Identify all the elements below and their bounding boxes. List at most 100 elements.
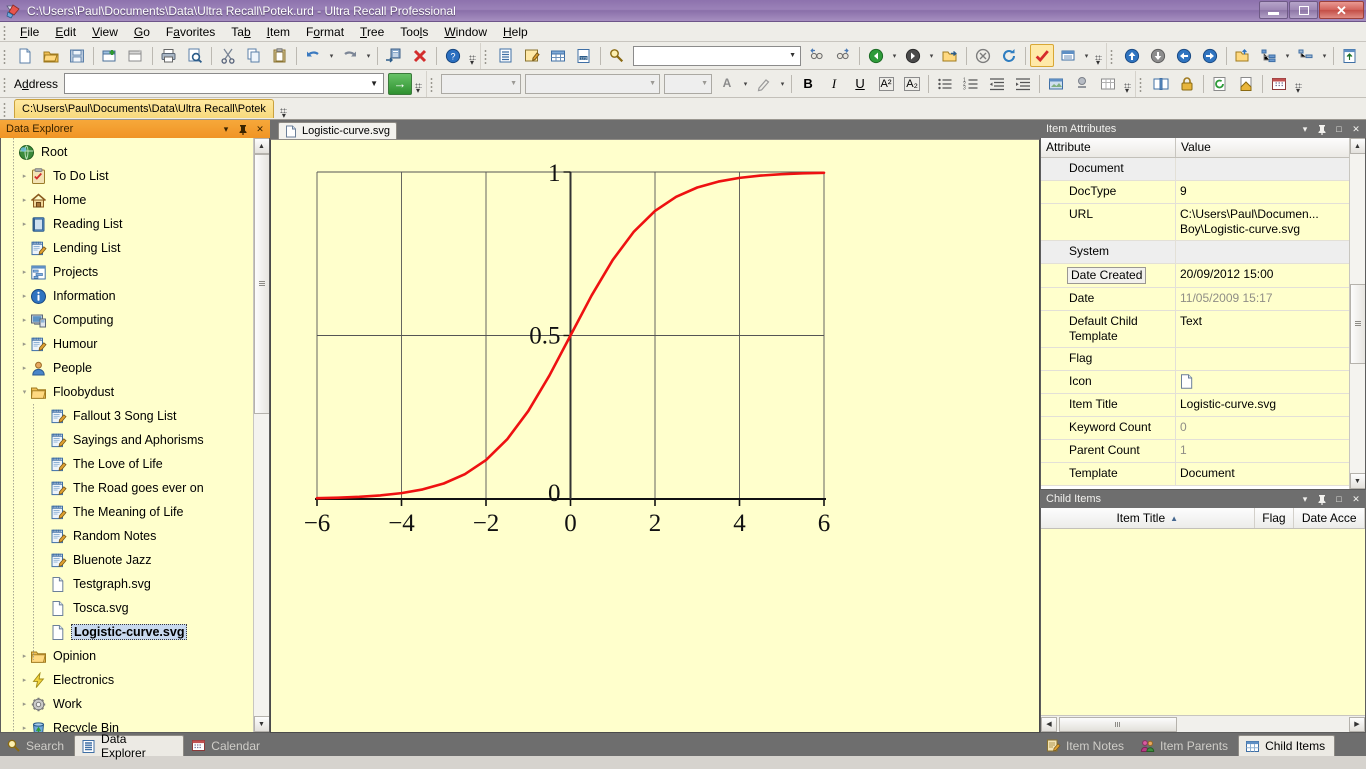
tree-item-logistic-curve-svg[interactable]: Logistic-curve.svg: [1, 620, 253, 644]
tree-item-testgraph-svg[interactable]: Testgraph.svg: [1, 572, 253, 596]
chevron-down-icon[interactable]: ▼: [701, 80, 711, 87]
document-view-icon[interactable]: 123: [572, 44, 596, 67]
scroll-thumb[interactable]: [253, 154, 269, 414]
attribute-value-cell[interactable]: [1176, 348, 1349, 370]
column-header-value[interactable]: Value: [1176, 138, 1349, 157]
search-magnifier-icon[interactable]: [605, 44, 629, 67]
expander-expand-icon[interactable]: ▸: [19, 675, 30, 686]
grid-view-icon[interactable]: [546, 44, 570, 67]
chevron-down-icon[interactable]: ▼: [789, 52, 800, 59]
scroll-track[interactable]: [253, 154, 269, 716]
outline-view-icon[interactable]: [494, 44, 518, 67]
go-button[interactable]: →: [388, 72, 413, 95]
extras-toolbar-overflow-button[interactable]: [1292, 73, 1304, 95]
child-items-column-header[interactable]: Flag: [1255, 508, 1295, 528]
tree-item-reading-list[interactable]: ▸ Reading List: [1, 212, 253, 236]
tree-item-the-road-goes-ever-on[interactable]: The Road goes ever on: [1, 476, 253, 500]
minimize-button[interactable]: [1259, 1, 1288, 19]
expander-expand-icon[interactable]: ▸: [19, 171, 30, 182]
child-items-column-header[interactable]: Item Title ▲: [1041, 508, 1255, 528]
lock-icon[interactable]: [1175, 72, 1199, 95]
expander-expand-icon[interactable]: ▸: [19, 195, 30, 206]
restore-button[interactable]: [1289, 1, 1318, 19]
attribute-value-cell[interactable]: 9: [1176, 181, 1349, 203]
attribute-value-cell[interactable]: 20/09/2012 15:00: [1176, 264, 1349, 287]
format-toolbar-gripper[interactable]: [429, 75, 437, 92]
demote-icon[interactable]: [1198, 44, 1222, 67]
attribute-row[interactable]: Item Title Logistic-curve.svg: [1041, 394, 1349, 417]
toolbar-overflow-button[interactable]: [466, 45, 478, 67]
find-previous-icon[interactable]: [805, 44, 829, 67]
expander-collapse-icon[interactable]: ▾: [19, 387, 30, 398]
expand-level-icon[interactable]: [1257, 44, 1281, 67]
tree-item-computing[interactable]: ▸ Computing: [1, 308, 253, 332]
expander-expand-icon[interactable]: ▸: [19, 339, 30, 350]
panel-pin-icon[interactable]: [1315, 122, 1329, 136]
tree-item-work[interactable]: ▸ Work: [1, 692, 253, 716]
format-toolbar-overflow-button[interactable]: [1121, 73, 1133, 95]
print-icon[interactable]: [157, 44, 181, 67]
open-folder-icon[interactable]: [39, 44, 63, 67]
attribute-value-cell[interactable]: [1176, 371, 1349, 393]
sync-icon[interactable]: [1208, 72, 1232, 95]
scroll-track[interactable]: [1057, 716, 1349, 732]
panel-menu-icon[interactable]: ▾: [219, 122, 233, 136]
panel-maximize-icon[interactable]: □: [1332, 492, 1346, 506]
data-explorer-tree[interactable]: Root ▸ To Do List ▸ Home ▸ Reading List Lending…: [1, 138, 253, 732]
new-child-item-icon[interactable]: [98, 44, 122, 67]
dbtab-gripper[interactable]: [2, 100, 9, 117]
menu-item-file[interactable]: File: [12, 23, 47, 41]
menu-item-tree[interactable]: Tree: [352, 23, 392, 41]
database-tab[interactable]: C:\Users\Paul\Documents\Data\Ultra Recal…: [14, 99, 274, 118]
back-dropdown-icon[interactable]: ▾: [889, 45, 900, 66]
panel-maximize-icon[interactable]: □: [1332, 122, 1346, 136]
tree-item-recycle-bin[interactable]: ▸ Recycle Bin: [1, 716, 253, 732]
address-input[interactable]: ▼: [64, 73, 385, 94]
organize-icon[interactable]: [382, 44, 406, 67]
tree-item-sayings-and-aphorisms[interactable]: Sayings and Aphorisms: [1, 428, 253, 452]
dbtab-overflow-button[interactable]: [278, 98, 290, 120]
view-toolbar-overflow-button[interactable]: [1092, 45, 1104, 67]
superscript-button[interactable]: A²: [874, 72, 898, 95]
close-button[interactable]: ✕: [1319, 1, 1364, 19]
attribute-value-cell[interactable]: 11/05/2009 15:17: [1176, 288, 1349, 310]
tree-item-bluenote-jazz[interactable]: Bluenote Jazz: [1, 548, 253, 572]
collapse-level-icon[interactable]: [1294, 44, 1318, 67]
bottom-tab-child-items[interactable]: Child Items: [1238, 735, 1336, 756]
decrease-indent-icon[interactable]: [985, 72, 1009, 95]
bottom-tab-item-parents[interactable]: Item Parents: [1134, 735, 1237, 756]
insert-link-icon[interactable]: [1070, 72, 1094, 95]
attribute-row[interactable]: Document: [1041, 158, 1349, 181]
panel-menu-icon[interactable]: ▾: [1298, 122, 1312, 136]
help-icon[interactable]: ?: [441, 44, 465, 67]
dictionary-icon[interactable]: [1149, 72, 1173, 95]
highlight-color-icon[interactable]: [752, 72, 776, 95]
promote-icon[interactable]: [1172, 44, 1196, 67]
expander-expand-icon[interactable]: ▸: [19, 315, 30, 326]
new-sibling-item-icon[interactable]: [124, 44, 148, 67]
bullet-list-icon[interactable]: [933, 72, 957, 95]
attribute-row[interactable]: Parent Count 1: [1041, 440, 1349, 463]
scroll-left-arrow-icon[interactable]: ◀: [1041, 716, 1057, 732]
attribute-row[interactable]: Keyword Count 0: [1041, 417, 1349, 440]
open-external-icon[interactable]: [938, 44, 962, 67]
expand-dropdown-icon[interactable]: ▾: [1282, 45, 1293, 66]
chevron-down-icon[interactable]: ▼: [370, 79, 383, 88]
tree-item-people[interactable]: ▸ People: [1, 356, 253, 380]
panel-pin-icon[interactable]: [1315, 492, 1329, 506]
scroll-right-arrow-icon[interactable]: ▶: [1349, 716, 1365, 732]
numbered-list-icon[interactable]: 123: [959, 72, 983, 95]
tree-item-tosca-svg[interactable]: Tosca.svg: [1, 596, 253, 620]
paste-icon[interactable]: [268, 44, 292, 67]
menu-item-help[interactable]: Help: [495, 23, 536, 41]
tree-item-electronics[interactable]: ▸ Electronics: [1, 668, 253, 692]
document-canvas[interactable]: −6 −4 −2 0 2 4 6 1 0.5 0: [270, 139, 1040, 733]
forward-icon[interactable]: [901, 44, 925, 67]
attribute-row[interactable]: System: [1041, 241, 1349, 264]
menu-item-window[interactable]: Window: [436, 23, 495, 41]
tree-item-root[interactable]: Root: [1, 140, 253, 164]
font-color-dropdown-icon[interactable]: ▾: [740, 73, 751, 94]
address-toolbar-overflow-button[interactable]: [412, 73, 424, 95]
standard-toolbar-gripper[interactable]: [2, 47, 9, 64]
attribute-row[interactable]: Date 11/05/2009 15:17: [1041, 288, 1349, 311]
